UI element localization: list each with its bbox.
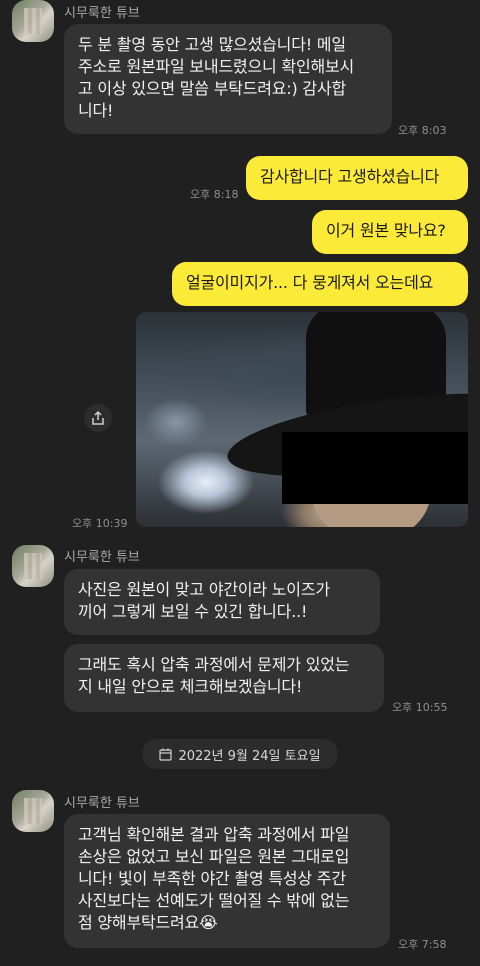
avatar[interactable]	[12, 790, 54, 832]
incoming-message[interactable]: 고객님 확인해본 결과 압축 과정에서 파일 손상은 없었고 보신 파일은 원본…	[64, 814, 390, 948]
message-line: 고 이상 있으면 말씀 부탁드려요:) 감사합	[78, 79, 346, 98]
date-divider: 2022년 9월 24일 토요일	[142, 739, 338, 769]
sender-name: 시무룩한 튜브	[64, 550, 140, 565]
message-time: 오후 10:39	[72, 517, 128, 530]
message-line: 점 양해부탁드려요😭	[78, 913, 218, 932]
incoming-message[interactable]: 사진은 원본이 맞고 야간이라 노이즈가 끼어 그렇게 보일 수 있긴 합니다.…	[64, 569, 380, 635]
message-line: 주소로 원본파일 보내드렸으니 확인해보시	[78, 57, 355, 76]
message-line: 손상은 없었고 보신 파일은 원본 그대로입	[78, 847, 350, 866]
message-line: 니다! 빛이 부족한 야간 촬영 특성상 주간	[78, 869, 346, 888]
message-line: 니다!	[78, 101, 114, 120]
message-line: 사진보다는 선예도가 떨어질 수 밖에 없는	[78, 891, 350, 910]
message-line: 지 내일 안으로 체크해보겠습니다!	[78, 677, 303, 696]
outgoing-message[interactable]: 감사합니다 고생하셨습니다	[246, 156, 468, 200]
calendar-icon	[159, 748, 173, 761]
message-line: 사진은 원본이 맞고 야간이라 노이즈가	[78, 580, 330, 599]
photo-message[interactable]	[136, 312, 468, 527]
incoming-message[interactable]: 두 분 촬영 동안 고생 많으셨습니다! 메일 주소로 원본파일 보내드렸으니 …	[64, 24, 392, 134]
outgoing-message[interactable]: 얼굴이미지가... 다 뭉게져서 오는데요	[172, 262, 468, 306]
message-time: 오후 7:58	[398, 938, 447, 951]
avatar[interactable]	[12, 545, 54, 587]
message-line: 두 분 촬영 동안 고생 많으셨습니다! 메일	[78, 35, 346, 54]
outgoing-message[interactable]: 이거 원본 맞나요?	[312, 210, 468, 254]
message-line: 그래도 혹시 압축 과정에서 문제가 있었는	[78, 655, 350, 674]
date-label: 2022년 9월 24일 토요일	[178, 748, 321, 764]
share-icon	[92, 410, 104, 425]
censor-block	[282, 432, 468, 504]
sender-name: 시무룩한 튜브	[64, 6, 140, 21]
avatar[interactable]	[12, 0, 54, 42]
incoming-message[interactable]: 그래도 혹시 압축 과정에서 문제가 있었는 지 내일 안으로 체크해보겠습니다…	[64, 644, 384, 712]
message-time: 오후 8:18	[190, 188, 239, 201]
message-line: 고객님 확인해본 결과 압축 과정에서 파일	[78, 825, 350, 844]
message-line: 끼어 그렇게 보일 수 있긴 합니다..!	[78, 602, 308, 621]
message-time: 오후 10:55	[392, 701, 448, 714]
message-time: 오후 8:03	[398, 124, 447, 137]
sender-name: 시무룩한 튜브	[64, 796, 140, 811]
share-button[interactable]	[84, 404, 112, 432]
